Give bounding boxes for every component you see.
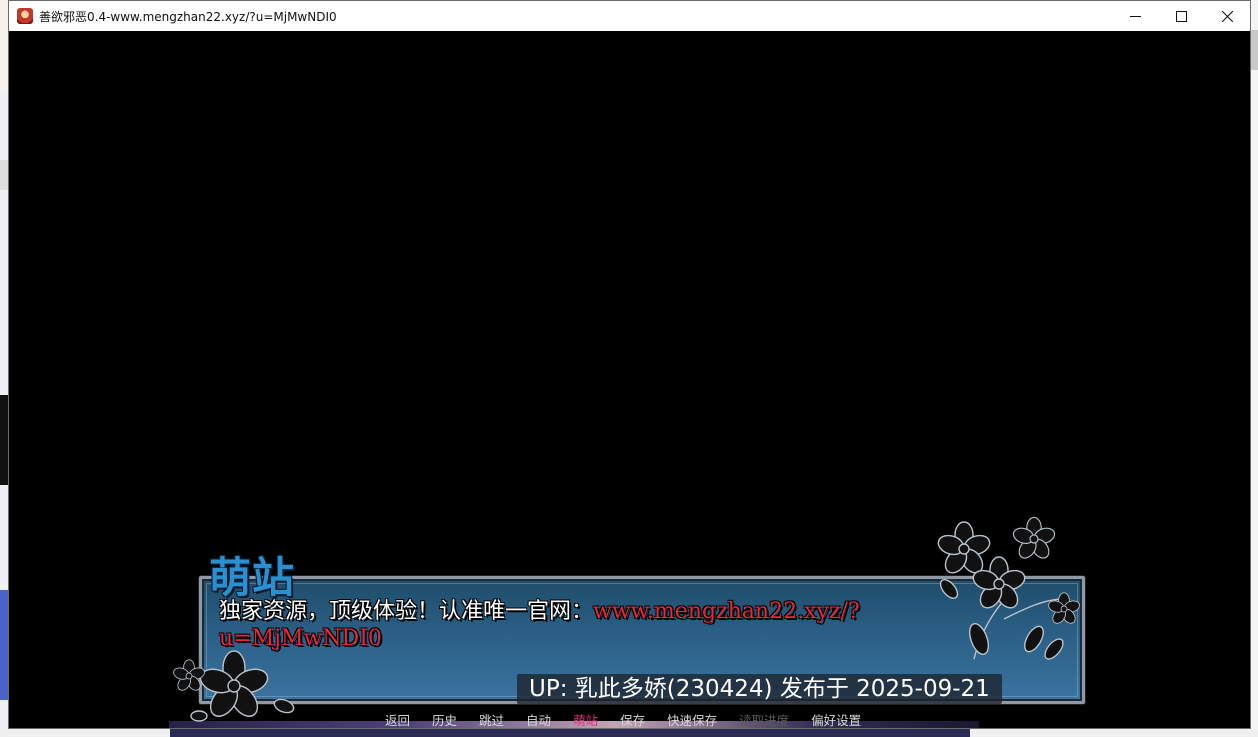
game-window: 善欲邪恶0.4-www.mengzhan22.xyz/?u=MjMwNDI0 萌… (8, 0, 1251, 729)
flower-ornament-right (937, 516, 1080, 660)
desktop-background-right (1251, 0, 1258, 737)
dialogue-text: 独家资源，顶级体验！认准唯一官网：www.mengzhan22.xyz/?u=M… (219, 598, 899, 652)
game-screen[interactable]: 萌站 独家资源，顶级体验！认准唯一官网：www.mengzhan22.xyz/?… (9, 31, 1250, 728)
quick-menu-skip[interactable]: 跳过 (479, 710, 504, 729)
quick-menu-save[interactable]: 保存 (620, 710, 645, 729)
game-app-icon (17, 8, 33, 24)
minimize-icon (1129, 15, 1141, 17)
background-scrollbar (1251, 30, 1258, 70)
close-icon (1221, 10, 1233, 22)
dialogue-message: 独家资源，顶级体验！认准唯一官网： (219, 599, 594, 624)
speaker-name: 萌站 (209, 553, 296, 602)
title-bar[interactable]: 善欲邪恶0.4-www.mengzhan22.xyz/?u=MjMwNDI0 (9, 1, 1250, 31)
quick-menu-history[interactable]: 历史 (432, 710, 457, 729)
quick-menu-preferences[interactable]: 偏好设置 (811, 710, 861, 729)
desktop-background-left (0, 0, 8, 737)
minimize-button[interactable] (1112, 1, 1158, 31)
quick-menu-load[interactable]: 读取进度 (739, 710, 789, 729)
close-button[interactable] (1204, 1, 1250, 31)
quick-menu-auto[interactable]: 自动 (526, 710, 551, 729)
upload-info: UP: 乳此多娇(230424) 发布于 2025-09-21 (517, 674, 1002, 704)
window-controls (1112, 1, 1250, 31)
quick-menu-back[interactable]: 返回 (385, 710, 410, 729)
maximize-button[interactable] (1158, 1, 1204, 31)
quick-menu-quick-save[interactable]: 快速保存 (667, 710, 717, 729)
desktop-background-bottom (0, 729, 1258, 737)
quick-menu-mengzhan[interactable]: 萌站 (573, 710, 598, 729)
window-title: 善欲邪恶0.4-www.mengzhan22.xyz/?u=MjMwNDI0 (39, 9, 337, 24)
maximize-icon (1175, 10, 1187, 22)
quick-menu: 返回 历史 跳过 自动 萌站 保存 快速保存 读取进度 偏好设置 (385, 709, 883, 728)
